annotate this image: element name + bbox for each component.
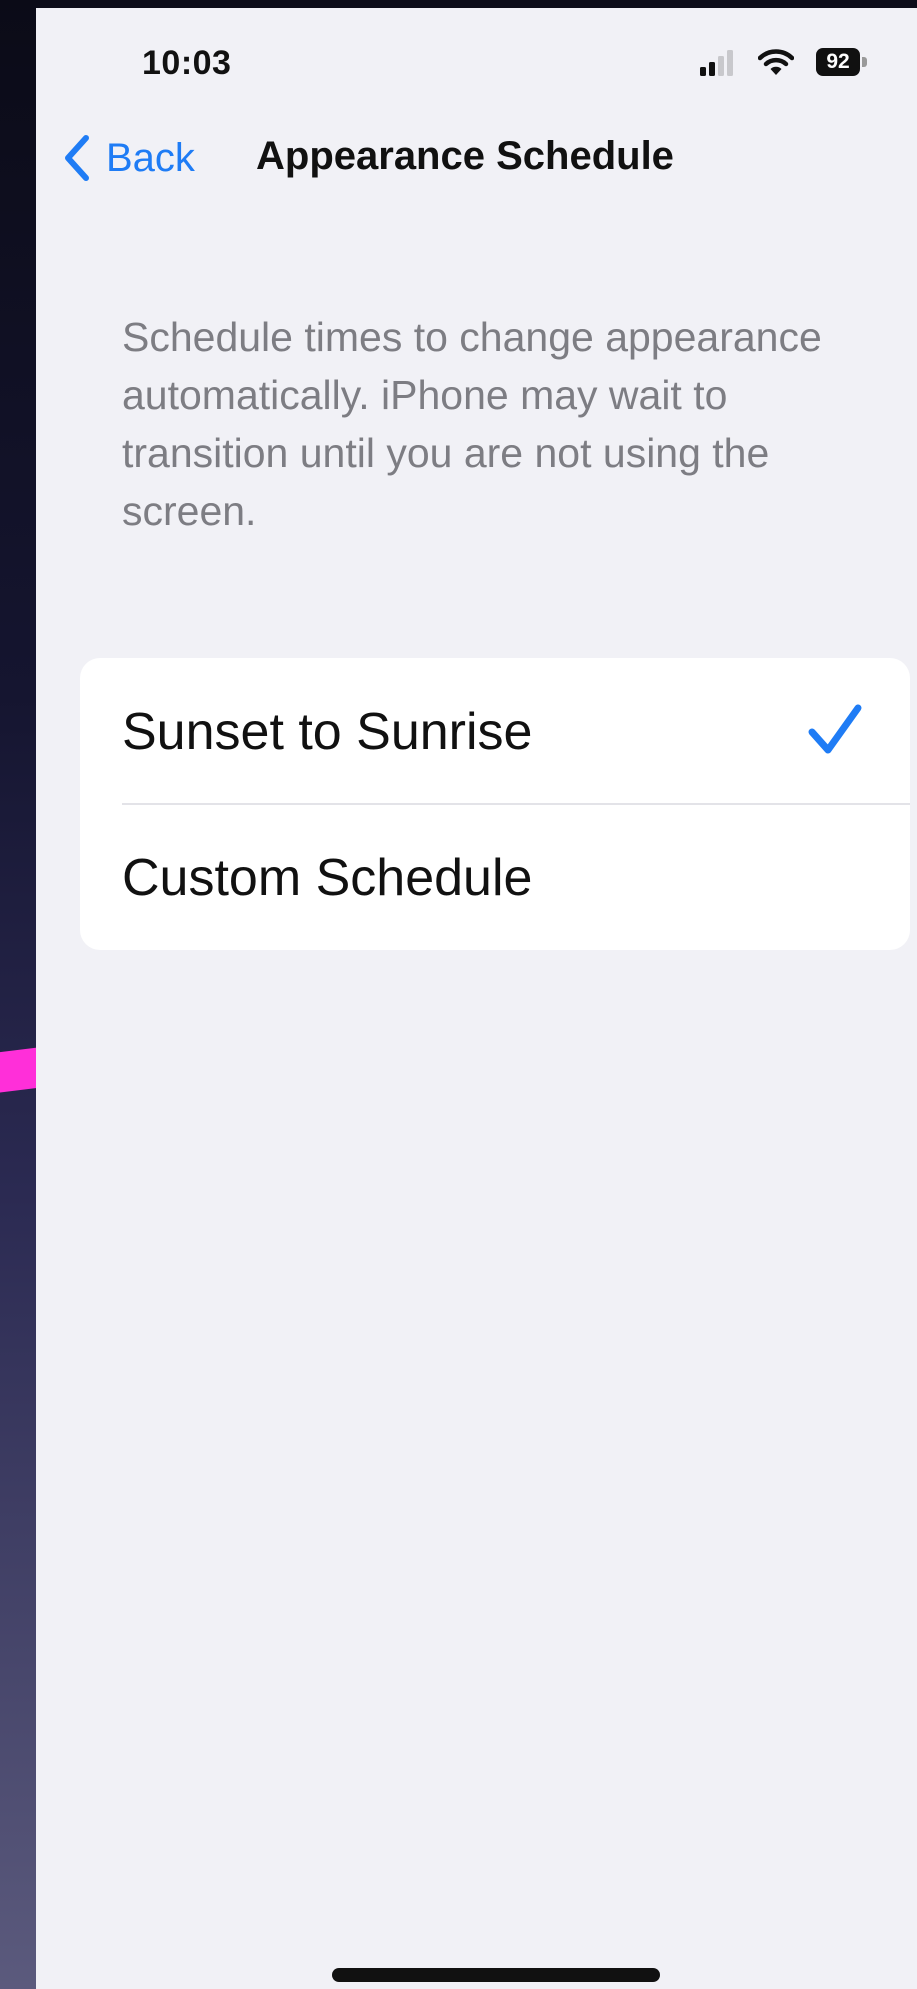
option-label: Custom Schedule (122, 849, 533, 907)
phone-screen: 10:03 92 Back Appearance Schedule Schedu… (36, 8, 917, 1989)
home-indicator[interactable] (332, 1968, 660, 1982)
chevron-left-icon (65, 135, 89, 181)
status-bar: 10:03 92 (36, 8, 917, 118)
status-time: 10:03 (142, 44, 232, 82)
back-label: Back (106, 135, 195, 180)
option-custom-schedule[interactable]: Custom Schedule (80, 804, 910, 950)
schedule-options-list: Sunset to Sunrise Custom Schedule (80, 658, 910, 950)
battery-level: 92 (816, 48, 860, 76)
battery-tip (862, 57, 867, 67)
checkmark-icon (808, 704, 862, 754)
signal-icon (700, 50, 733, 76)
schedule-description: Schedule times to change appearance auto… (122, 314, 822, 534)
navigation-bar: Back Appearance Schedule (36, 118, 917, 198)
option-label: Sunset to Sunrise (122, 703, 533, 761)
battery-icon: 92 (816, 48, 872, 76)
background-left-edge (0, 0, 40, 1989)
option-sunset-to-sunrise[interactable]: Sunset to Sunrise (80, 658, 910, 805)
wifi-icon (758, 49, 794, 75)
back-button[interactable]: Back (62, 130, 195, 186)
page-title: Appearance Schedule (256, 134, 674, 178)
